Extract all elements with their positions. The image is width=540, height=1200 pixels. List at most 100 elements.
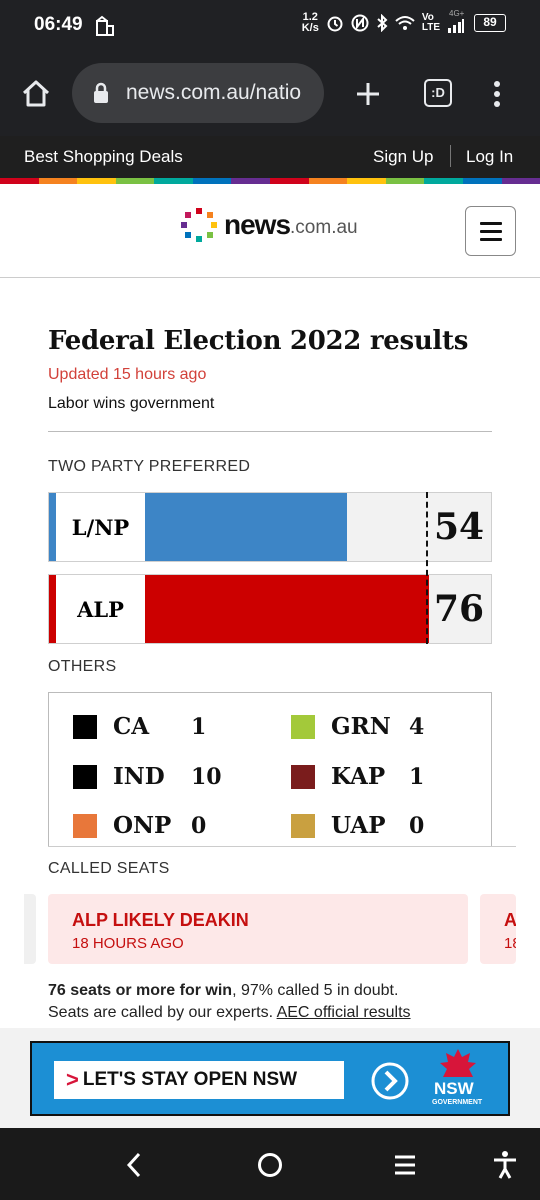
news-logo[interactable]: news .com.au [180,206,358,244]
browser-toolbar: news.com.au/natio :D [0,50,540,136]
sign-up-link[interactable]: Sign Up [373,147,433,167]
party-row-onp: ONP 0 [73,812,206,839]
carousel-prev-edge[interactable] [24,894,36,964]
home-nav-icon[interactable] [257,1152,283,1178]
majority-line [426,492,428,644]
bar-seat-count: 76 [433,588,485,630]
called-summary: , 97% called 5 in doubt. [232,982,399,999]
logo-word: news [224,209,291,240]
home-icon[interactable] [20,78,52,110]
recents-icon[interactable] [393,1154,417,1176]
called-seats-label: CALLED SEATS [48,860,170,877]
party-seats: 4 [409,713,425,740]
party-swatch [291,714,315,739]
menu-icon-line [480,238,502,241]
accessibility-icon[interactable] [492,1150,518,1180]
party-seats: 1 [191,713,207,740]
ad-org-name: NSW [434,1079,474,1098]
called-seat-card[interactable]: A 18 [480,894,516,964]
party-color-marker [49,493,56,561]
bar-seat-count: 54 [433,506,485,548]
win-threshold: 76 seats or more for win [48,982,233,999]
lock-icon [94,82,108,103]
party-seats: 0 [409,812,425,839]
hamburger-menu-button[interactable] [465,206,516,256]
party-seats: 10 [191,763,222,790]
party-row-ind: IND 10 [73,763,222,790]
party-name: CA [113,713,150,740]
building-notification-icon [96,15,114,36]
log-in-link[interactable]: Log In [466,147,513,167]
waratah-logo-icon [440,1049,476,1077]
party-swatch [291,764,315,789]
divider [48,431,492,432]
party-row-uap: UAP 0 [291,812,424,839]
called-seat-title: ALP LIKELY DEAKIN [72,910,249,930]
party-name: GRN [331,713,391,740]
results-footnote: 76 seats or more for win, 97% called 5 i… [48,980,508,1024]
party-name: UAP [331,812,386,839]
ad-org-sub: GOVERNMENT [432,1099,483,1106]
party-seats: 1 [409,763,425,790]
party-name: ONP [113,812,172,839]
party-swatch [73,764,97,789]
ad-headline-box: > LET'S STAY OPEN NSW [54,1061,344,1099]
aec-results-link[interactable]: AEC official results [277,1004,411,1021]
bar-fill-lnp [145,493,347,561]
party-color-marker [49,575,56,643]
top-bar-separator [450,145,451,167]
volte-indicator: Vo LTE [421,12,440,33]
signal-icon [448,19,464,33]
signal-indicator: 4G+ [447,9,467,33]
menu-icon-line [480,222,502,225]
status-icons: 1.2 K/s Vo LTE 4G+ 89 [301,9,506,34]
called-seat-time: 18 [504,935,516,952]
party-row-grn: GRN 4 [291,713,424,740]
widget-title: Federal Election 2022 results [48,326,469,356]
network-speed: 1.2 K/s [301,11,319,34]
ad-chevron-icon [371,1062,409,1100]
logo-suffix: .com.au [290,217,358,238]
party-seats: 0 [191,812,207,839]
party-row-kap: KAP 1 [291,763,424,790]
others-list: CA 1 GRN 4 IND 10 KAP 1 ONP 0 UAP 0 [48,692,492,846]
called-seat-title: A [504,910,516,930]
experts-note: Seats are called by our experts. [48,1004,277,1021]
party-name: KAP [331,763,386,790]
new-tab-icon[interactable] [354,80,382,108]
party-swatch [291,813,315,838]
result-summary: Labor wins government [48,395,215,412]
site-top-bar: Best Shopping Deals Sign Up Log In [0,136,540,178]
called-seat-time: 18 HOURS AGO [72,935,184,952]
called-seat-card[interactable]: ALP LIKELY DEAKIN 18 HOURS AGO [48,894,468,964]
ad-headline: LET'S STAY OPEN NSW [82,1069,298,1090]
shopping-deals-link[interactable]: Best Shopping Deals [24,147,183,167]
url-text: news.com.au/natio [126,81,302,104]
menu-icon-line [480,230,502,233]
updated-time: Updated 15 hours ago [48,366,207,383]
party-swatch [73,714,97,739]
status-bar: 06:49 1.2 K/s Vo LTE 4G+ 89 [0,0,540,50]
news-logo-mark-icon [181,208,217,242]
called-seats-divider [48,846,516,847]
battery-level: 89 [483,15,497,29]
tpp-label: TWO PARTY PREFERRED [48,458,251,475]
bar-party-label: L/NP [56,493,145,561]
party-row-ca: CA 1 [73,713,206,740]
nsw-ad-banner[interactable]: > LET'S STAY OPEN NSW NSW GOVERNMENT [30,1041,510,1116]
bluetooth-icon [377,14,388,32]
more-options-icon[interactable] [490,80,504,108]
nfc-icon [351,14,369,32]
tab-switcher-button[interactable]: :D [424,79,452,107]
clock: 06:49 [34,14,83,35]
bar-party-label: ALP [56,575,145,643]
back-icon[interactable] [124,1152,144,1178]
wifi-icon [395,16,415,30]
ad-container: > LET'S STAY OPEN NSW NSW GOVERNMENT [0,1028,540,1128]
network-generation: 4G+ [449,9,465,18]
bar-fill-alp [145,575,429,643]
election-widget: Federal Election 2022 results Updated 15… [48,300,492,432]
address-bar[interactable]: news.com.au/natio [72,63,324,123]
tab-switcher-label: :D [431,85,445,100]
party-name: IND [113,763,165,790]
